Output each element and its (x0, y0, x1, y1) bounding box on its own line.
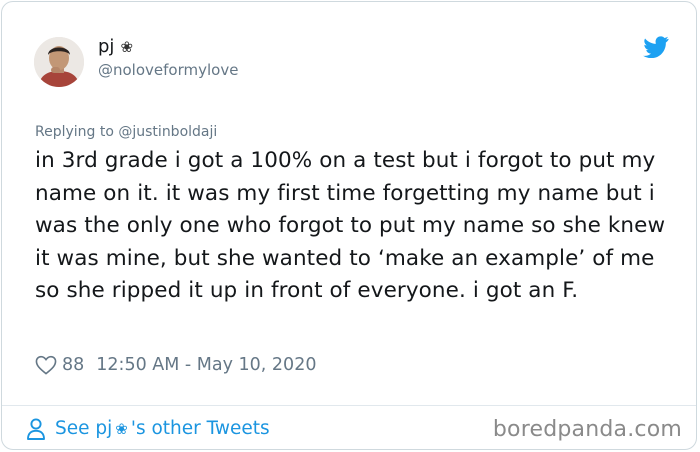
display-name[interactable]: pj ❀ (98, 36, 133, 58)
see-other-tweets-link[interactable]: See pj ❀'s other Tweets (26, 416, 270, 442)
see-other-tweets-suffix[interactable]: 's other Tweets (131, 416, 270, 442)
watermark: boredpanda.com (492, 417, 682, 442)
like-count[interactable]: 88 (62, 355, 84, 375)
see-other-tweets-prefix[interactable]: See pj (55, 416, 112, 442)
person-icon (27, 418, 45, 440)
tweet-text: in 3rd grade i got a 100% on a test but … (35, 148, 666, 303)
display-name-text[interactable]: pj (98, 36, 114, 57)
user-handle[interactable]: @noloveformylove (98, 61, 238, 79)
flower-emoji-icon: ❀ (120, 38, 134, 56)
avatar[interactable] (34, 37, 84, 87)
replying-to[interactable]: Replying to @justinboldaji (35, 123, 217, 141)
divider (2, 405, 696, 406)
tweet-card: pj ❀ @noloveformylove Replying to @justin… (1, 1, 697, 450)
tweet-meta: 88 12:50 AM - May 10, 2020 (35, 352, 316, 378)
flower-emoji-icon: ❀ (115, 420, 128, 438)
profile-photo (34, 37, 84, 87)
timestamp[interactable]: 12:50 AM - May 10, 2020 (96, 355, 316, 375)
heart-icon[interactable] (35, 355, 57, 375)
twitter-bird-icon[interactable] (643, 36, 669, 58)
